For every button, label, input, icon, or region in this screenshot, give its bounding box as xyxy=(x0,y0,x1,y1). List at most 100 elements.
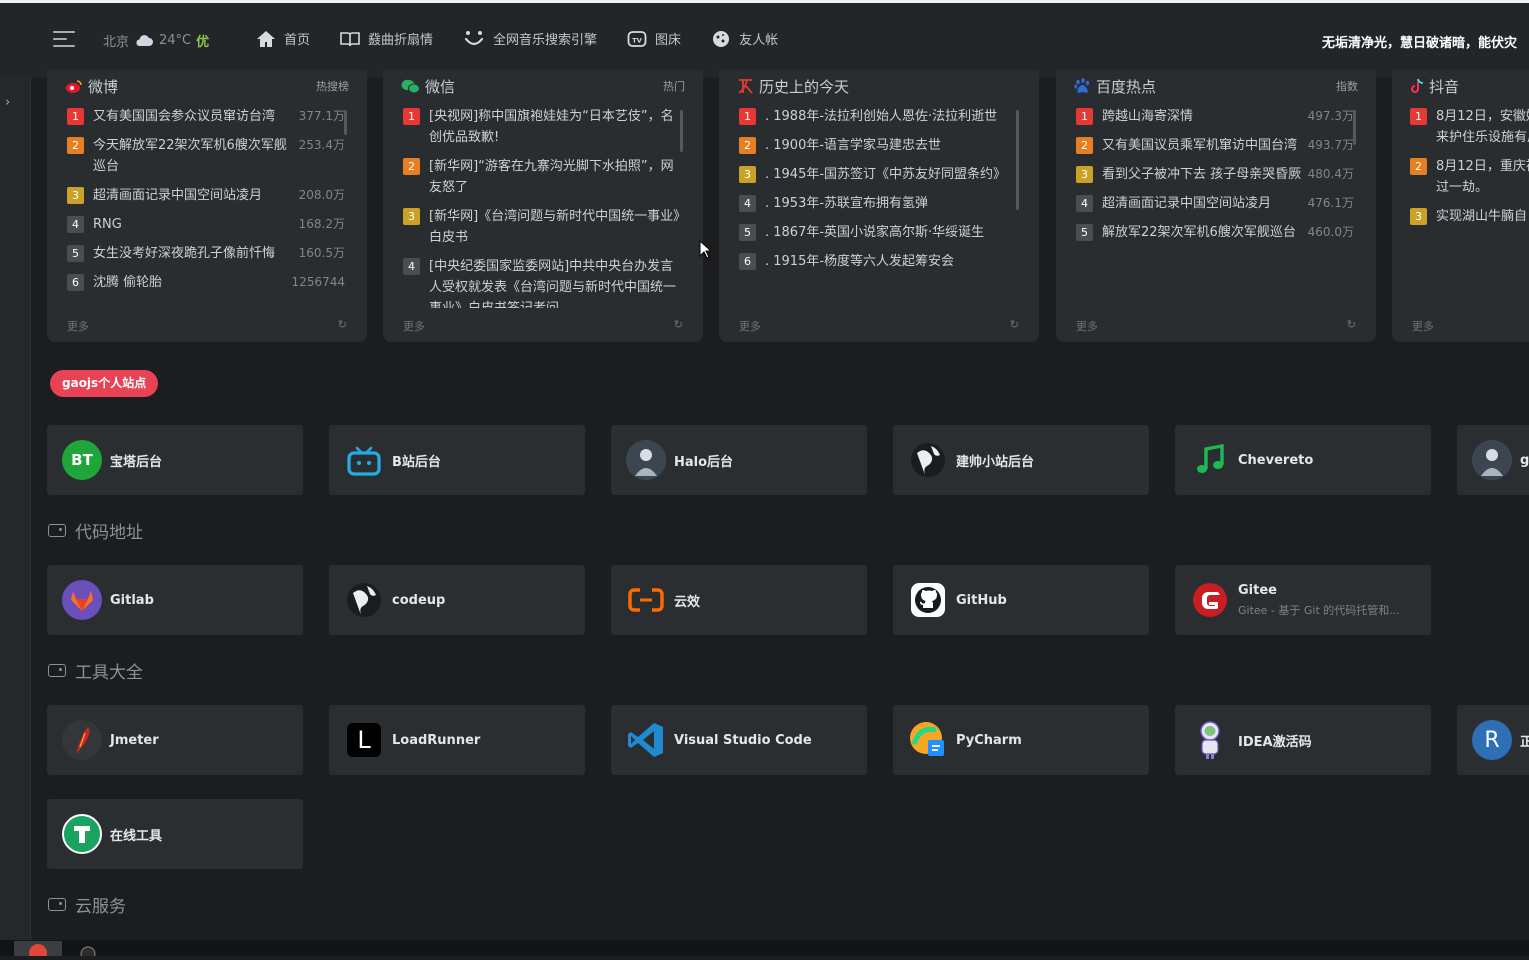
sidebar-expand-chevron-icon[interactable]: › xyxy=(5,95,10,110)
site-tile-halo[interactable]: Halo后台 xyxy=(611,425,867,495)
section-title-text: 代码地址 xyxy=(75,523,143,543)
mouse-cursor-icon xyxy=(699,240,711,259)
site-tile-jianshuai[interactable]: 建帅小站后台 xyxy=(893,425,1149,495)
more-link[interactable]: 更多 xyxy=(403,318,425,334)
hot-item-value: 253.4万 xyxy=(298,138,345,152)
cookie-icon xyxy=(713,30,730,47)
hot-item[interactable]: 1 [央视网]称中国旗袍娃娃为“日本艺伎”，名创优品致歉! xyxy=(403,106,681,148)
hot-card-title: 微信 xyxy=(425,77,456,96)
hot-item[interactable]: 3 . 1945年-国苏签订《中苏友好同盟条约》 xyxy=(739,164,1017,185)
more-link[interactable]: 更多 xyxy=(1412,318,1434,334)
smile-icon xyxy=(464,30,484,45)
site-tile-partial[interactable]: g xyxy=(1457,425,1529,495)
site-tile-r-partial[interactable]: R 正 xyxy=(1457,705,1529,775)
hot-item[interactable]: 3 实现湖山牛腩自 xyxy=(1410,206,1529,227)
hot-item[interactable]: 4 [中央纪委国家监委网站]中共中央台办发言人受权就发表《台湾问题与新时代中国统一… xyxy=(403,256,681,308)
weather-widget[interactable]: 北京 24°C 优 xyxy=(103,31,209,50)
hot-card-tag[interactable]: 热门 xyxy=(663,78,685,94)
nav-home[interactable]: 首页 xyxy=(256,29,310,48)
hot-item-value: 460.0万 xyxy=(1307,225,1354,239)
rank-badge: 4 xyxy=(67,216,84,233)
hot-item[interactable]: 3 超清画面记录中国空间站凌月 208.0万 xyxy=(67,185,345,206)
tile-name: Gitee xyxy=(1238,582,1277,598)
t-icon xyxy=(62,814,102,854)
hot-card-tag[interactable]: 热搜榜 xyxy=(316,78,349,94)
hot-item[interactable]: 6 . 1915年-杨度等六人发起筹安会 xyxy=(739,251,1017,272)
hot-item[interactable]: 2 又有美国议员乘军机窜访中国台湾 493.7万 xyxy=(1076,135,1354,156)
nav-friends[interactable]: 友人帐 xyxy=(711,29,778,48)
site-tile-pycharm[interactable]: PyCharm xyxy=(893,705,1149,775)
site-tile-online-tools[interactable]: 在线工具 xyxy=(47,799,303,869)
rank-badge: 3 xyxy=(67,187,84,204)
site-tile-idea[interactable]: IDEA激活码 xyxy=(1175,705,1431,775)
site-tile-gitlab[interactable]: Gitlab xyxy=(47,565,303,635)
hot-item-text: 沈腾 偷轮胎 xyxy=(93,275,163,290)
hot-item-text: 超清画面记录中国空间站凌月 xyxy=(1102,196,1272,211)
hot-item[interactable]: 4 . 1953年-苏联宣布拥有氢弹 xyxy=(739,193,1017,214)
more-link[interactable]: 更多 xyxy=(67,318,89,334)
section-title-code: 代码地址 xyxy=(48,518,143,543)
nav-image-host[interactable]: TV 图床 xyxy=(627,29,681,48)
hot-item-text: 又有美国议员乘军机窜访中国台湾 xyxy=(1102,138,1298,153)
site-tile-gitee[interactable]: Gitee Gitee - 基于 Git 的代码托管和... xyxy=(1175,565,1431,635)
hot-item[interactable]: 4 RNG 168.2万 xyxy=(67,214,345,235)
hot-item[interactable]: 6 沈腾 偷轮胎 1256744 xyxy=(67,272,345,293)
refresh-icon[interactable]: ↻ xyxy=(1010,318,1019,334)
refresh-icon[interactable]: ↻ xyxy=(1347,318,1356,334)
site-tile-jmeter[interactable]: Jmeter xyxy=(47,705,303,775)
air-quality-badge: 优 xyxy=(196,35,210,50)
site-tile-bt[interactable]: BT 宝塔后台 xyxy=(47,425,303,495)
hot-item[interactable]: 3 [新华网]《台湾问题与新时代中国统一事业》白皮书 xyxy=(403,206,681,248)
hot-item-text: 看到父子被冲下去 孩子母亲哭昏厥 xyxy=(1102,167,1302,182)
refresh-icon[interactable]: ↻ xyxy=(338,318,347,334)
tv-icon: TV xyxy=(627,30,647,47)
hot-item[interactable]: 4 超清画面记录中国空间站凌月 476.1万 xyxy=(1076,193,1354,214)
hot-lists: 微博 热搜榜 1 又有美国国会参众议员窜访台湾 377.1万 2 今天解放军22架次军… xyxy=(47,70,1529,342)
taskbar-app[interactable] xyxy=(70,941,118,960)
rank-badge: 4 xyxy=(1076,195,1093,212)
hot-card-weibo: 微博 热搜榜 1 又有美国国会参众议员窜访台湾 377.1万 2 今天解放军22架次军… xyxy=(47,70,367,342)
site-tile-github[interactable]: GitHub xyxy=(893,565,1149,635)
hot-item-text: [新华网]《台湾问题与新时代中国统一事业》白皮书 xyxy=(429,209,680,245)
hot-item[interactable]: 1 . 1988年-法拉利创始人恩佐·法拉利逝世 xyxy=(739,106,1017,127)
more-link[interactable]: 更多 xyxy=(739,318,761,334)
hot-item-value: 493.7万 xyxy=(1307,138,1354,152)
hot-item[interactable]: 1 跨越山海寄深情 497.3万 xyxy=(1076,106,1354,127)
hot-item[interactable]: 5 . 1867年-英国小说家高尔斯·华绥诞生 xyxy=(739,222,1017,243)
taskbar-app-browser[interactable] xyxy=(14,941,62,960)
hot-item[interactable]: 2 今天解放军22架次军机6艘次军舰巡台 253.4万 xyxy=(67,135,345,177)
tile-name: Gitlab xyxy=(110,592,154,608)
hot-item[interactable]: 3 看到父子被冲下去 孩子母亲哭昏厥 480.4万 xyxy=(1076,164,1354,185)
hot-item-text: [央视网]称中国旗袍娃娃为“日本艺伎”，名创优品致歉! xyxy=(429,109,674,145)
hot-item[interactable]: 1 又有美国国会参众议员窜访台湾 377.1万 xyxy=(67,106,345,127)
hot-item[interactable]: 2 . 1900年-语言学家马建忠去世 xyxy=(739,135,1017,156)
site-tile-codeup[interactable]: codeup xyxy=(329,565,585,635)
hamburger-menu-icon[interactable] xyxy=(53,31,75,49)
astronaut-icon xyxy=(1190,720,1230,760)
hot-item[interactable]: 5 解放军22架次军机6艘次军舰巡台 460.0万 xyxy=(1076,222,1354,243)
site-tile-yunxiao[interactable]: 云效 xyxy=(611,565,867,635)
rank-badge: 4 xyxy=(739,195,756,212)
nav-music-search[interactable]: 全网音乐搜索引擎 xyxy=(463,29,597,48)
refresh-icon[interactable]: ↻ xyxy=(674,318,683,334)
hot-item[interactable]: 2 8月12日，重庆被“撞飞”，大叔行运闪，幸运躲过一劫。 xyxy=(1410,156,1529,198)
more-link[interactable]: 更多 xyxy=(1076,318,1098,334)
hot-item[interactable]: 1 8月12日，安徽娃坐游乐设施被甩出应就是爬起来护住乐设施有风险，一定范! xyxy=(1410,106,1529,148)
site-tile-chevereto[interactable]: Chevereto xyxy=(1175,425,1431,495)
nav-qu[interactable]: 鼗曲折扇情 xyxy=(340,29,433,48)
github-icon xyxy=(911,583,945,617)
site-tile-bilibili[interactable]: B站后台 xyxy=(329,425,585,495)
section-title-text: 工具大全 xyxy=(75,663,143,683)
hot-card-tag[interactable]: 指数 xyxy=(1336,78,1358,94)
hot-item-text: . 1988年-法拉利创始人恩佐·法拉利逝世 xyxy=(765,109,998,124)
hot-card-title: 百度热点 xyxy=(1096,77,1157,96)
hot-item[interactable]: 5 女生没考好深夜跪孔子像前忏悔 160.5万 xyxy=(67,243,345,264)
wechat-icon xyxy=(401,79,420,93)
hot-item-text: 跨越山海寄深情 xyxy=(1102,109,1194,124)
weather-temp: 24°C xyxy=(159,33,192,48)
hot-item[interactable]: 2 [新华网]“游客在九寨沟光脚下水拍照”，网友怒了 xyxy=(403,156,681,198)
header-slogan: 无垢清净光，慧日破诸暗，能伏灾 xyxy=(1322,36,1518,51)
site-category-badge[interactable]: gaojs个人站点 xyxy=(50,370,159,397)
site-tile-loadrunner[interactable]: L LoadRunner xyxy=(329,705,585,775)
site-tile-vscode[interactable]: Visual Studio Code xyxy=(611,705,867,775)
